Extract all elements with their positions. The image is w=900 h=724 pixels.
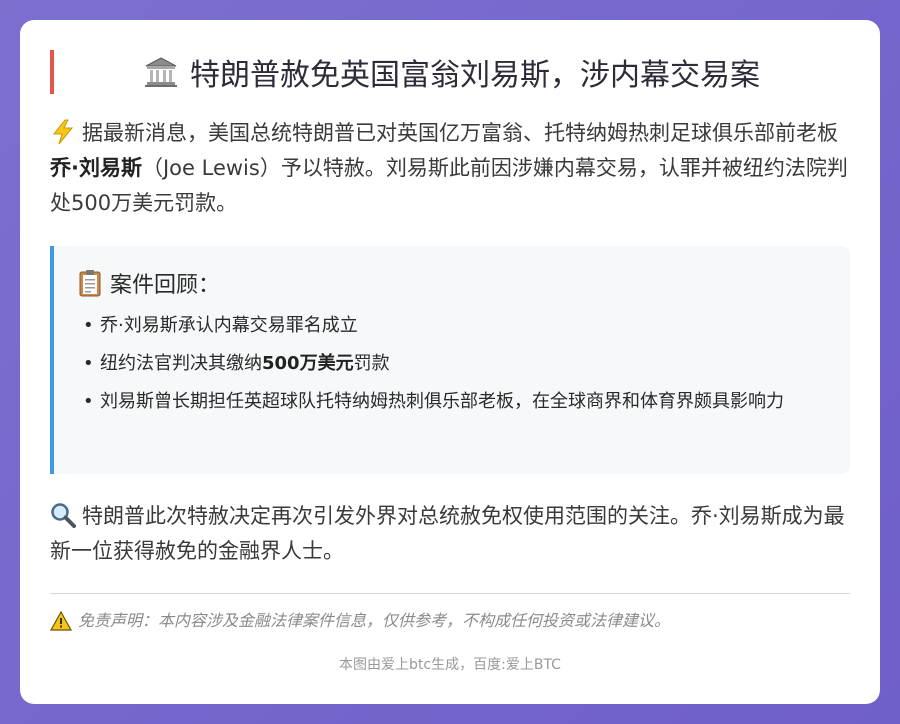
list-item: • 刘易斯曾长期担任英超球队托特纳姆热刺俱乐部老板，在全球商界和体育界颇具影响力 (83, 391, 784, 412)
list-item: • 乔·刘易斯承认内幕交易罪名成立 (83, 315, 358, 336)
divider (50, 593, 850, 594)
intro-paragraph: 据最新消息，美国总统特朗普已对英国亿万富翁、托特纳姆热刺足球俱乐部前老板乔·刘易… (50, 116, 850, 221)
clipboard-icon (79, 270, 101, 297)
intro-person-name: 乔·刘易斯 (50, 156, 142, 180)
magnifier-icon (51, 503, 76, 528)
analysis-paragraph: 特朗普此次特赦决定再次引发外界对总统赦免权使用范围的关注。乔·刘易斯成为最新一位… (50, 499, 850, 569)
intro-text-before: 据最新消息，美国总统特朗普已对英国亿万富翁、托特纳姆热刺足球俱乐部前老板 (82, 121, 838, 145)
analysis-text: 特朗普此次特赦决定再次引发外界对总统赦免权使用范围的关注。乔·刘易斯成为最新一位… (50, 504, 845, 563)
case-review-list: • 乔·刘易斯承认内幕交易罪名成立 • 纽约法官判决其缴纳500万美元罚款 • 刘易斯… (78, 312, 826, 416)
fine-amount: 500万美元 (262, 353, 354, 374)
page-title: 特朗普赦免英国富翁刘易斯，涉内幕交易案 (190, 58, 760, 93)
footer-credit: 本图由爱上btc生成，百度:爱上BTC (339, 657, 561, 673)
disclaimer: 免责声明：本内容涉及金融法律案件信息，仅供参考，不构成任何投资或法律建议。 (50, 609, 850, 633)
bank-building-icon (145, 57, 177, 87)
list-item: • 纽约法官判决其缴纳500万美元罚款 (83, 353, 390, 374)
lightning-icon (52, 119, 74, 145)
case-review-heading: 案件回顾： (78, 268, 826, 298)
case-review-box: 案件回顾： • 乔·刘易斯承认内幕交易罪名成立 • 纽约法官判决其缴纳500万美元罚… (50, 246, 850, 474)
warning-icon (50, 611, 72, 631)
news-card: 特朗普赦免英国富翁刘易斯，涉内幕交易案 据最新消息，美国总统特朗普已对英国亿万富… (20, 20, 880, 704)
disclaimer-text: 免责声明：本内容涉及金融法律案件信息，仅供参考，不构成任何投资或法律建议。 (78, 611, 671, 630)
case-review-title: 案件回顾： (110, 273, 221, 298)
title-bar: 特朗普赦免英国富翁刘易斯，涉内幕交易案 (50, 50, 850, 94)
intro-text-after: （Joe Lewis）予以特赦。刘易斯此前因涉嫌内幕交易，认罪并被纽约法院判处5… (50, 156, 848, 215)
